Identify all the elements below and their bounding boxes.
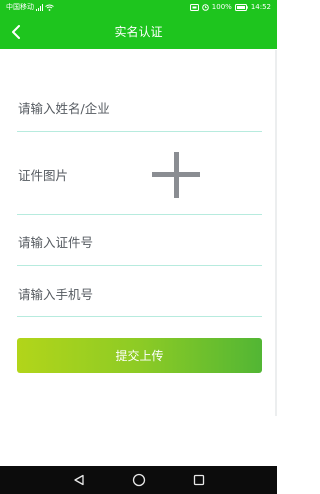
nav-back-button[interactable] xyxy=(71,472,87,488)
battery-percent: 100% xyxy=(211,3,232,11)
navigation-bar xyxy=(0,466,277,494)
carrier-label: 中国移动 xyxy=(6,3,34,11)
id-number-field[interactable] xyxy=(17,220,262,266)
square-recent-icon xyxy=(193,474,205,486)
clock: 14:52 xyxy=(250,3,271,11)
id-number-input[interactable] xyxy=(17,220,262,265)
phone-input[interactable] xyxy=(17,272,262,316)
plus-icon[interactable] xyxy=(152,152,200,198)
name-field[interactable] xyxy=(17,85,262,132)
status-right: 100% 14:52 xyxy=(189,0,271,15)
page-title: 实名认证 xyxy=(114,25,163,39)
circle-home-icon xyxy=(132,473,146,487)
signal-icon xyxy=(36,4,43,11)
triangle-back-icon xyxy=(74,474,84,486)
status-bar: 中国移动 100% 14:52 xyxy=(0,0,277,15)
id-image-field[interactable]: 证件图片 xyxy=(17,136,262,215)
phone-field[interactable] xyxy=(17,272,262,317)
vibrate-icon xyxy=(189,4,199,11)
name-input[interactable] xyxy=(17,85,262,131)
id-image-label: 证件图片 xyxy=(18,168,69,183)
nav-recent-button[interactable] xyxy=(191,472,207,488)
real-name-auth-screen: 中国移动 100% 14:52 实名认证 请输入姓名/企业 证件图片 请输入证件… xyxy=(0,0,277,494)
nav-home-button[interactable] xyxy=(131,472,147,488)
submit-upload-button[interactable]: 提交上传 xyxy=(17,338,262,373)
battery-icon xyxy=(234,4,248,11)
scrollbar[interactable] xyxy=(275,50,277,416)
status-left: 中国移动 xyxy=(6,0,54,15)
app-header: 实名认证 xyxy=(0,15,277,49)
wifi-icon xyxy=(45,4,54,11)
alarm-icon xyxy=(201,4,209,11)
